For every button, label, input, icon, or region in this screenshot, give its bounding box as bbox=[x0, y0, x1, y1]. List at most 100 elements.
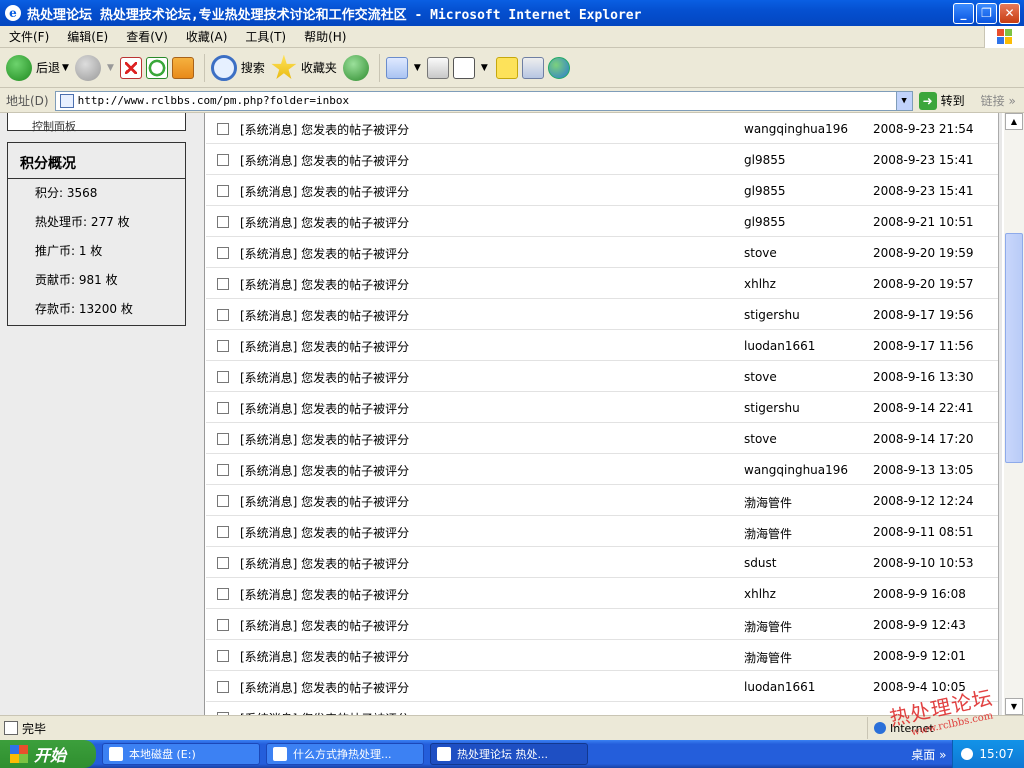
message-sender[interactable]: gl9855 bbox=[744, 215, 786, 229]
minimize-button[interactable]: _ bbox=[953, 2, 974, 24]
task-browser-1[interactable]: 什么方式挣热处理... bbox=[266, 743, 424, 765]
menu-edit[interactable]: 编辑(E) bbox=[58, 28, 117, 45]
message-row[interactable]: [系统消息] 您发表的帖子被评分 渤海管件 2008-9-11 08:51 bbox=[206, 516, 998, 547]
back-button[interactable]: 后退 ▼ bbox=[6, 54, 69, 81]
message-row[interactable]: [系统消息] 您发表的帖子被评分 stove 2008-9-20 19:59 bbox=[206, 237, 998, 268]
forward-dropdown-icon[interactable]: ▼ bbox=[107, 63, 114, 73]
message-checkbox[interactable] bbox=[217, 402, 229, 414]
message-sender[interactable]: luodan1661 bbox=[744, 680, 815, 694]
scroll-thumb[interactable] bbox=[1005, 233, 1023, 463]
message-subject[interactable]: [系统消息] 您发表的帖子被评分 bbox=[240, 493, 409, 510]
message-row[interactable]: [系统消息] 您发表的帖子被评分 stove 2008-9-14 17:20 bbox=[206, 423, 998, 454]
messenger-icon[interactable] bbox=[547, 56, 570, 79]
close-button[interactable]: ✕ bbox=[999, 2, 1020, 24]
desktop-toolbar[interactable]: 桌面 » bbox=[911, 746, 946, 763]
message-checkbox[interactable] bbox=[217, 681, 229, 693]
stop-icon[interactable] bbox=[119, 56, 142, 79]
tray-icon[interactable] bbox=[961, 748, 974, 760]
message-subject[interactable]: [系统消息] 您发表的帖子被评分 bbox=[240, 369, 409, 386]
message-checkbox[interactable] bbox=[217, 185, 229, 197]
message-row[interactable]: [系统消息] 您发表的帖子被评分 stigershu 2008-9-17 19:56 bbox=[206, 299, 998, 330]
message-checkbox[interactable] bbox=[217, 216, 229, 228]
message-sender[interactable]: 渤海管件 bbox=[744, 525, 792, 542]
message-subject[interactable]: [系统消息] 您发表的帖子被评分 bbox=[240, 555, 409, 572]
scroll-up-icon[interactable]: ▲ bbox=[1005, 113, 1023, 130]
message-subject[interactable]: [系统消息] 您发表的帖子被评分 bbox=[240, 586, 409, 603]
go-button[interactable]: ➜ 转到 bbox=[918, 91, 965, 110]
message-subject[interactable]: [系统消息] 您发表的帖子被评分 bbox=[240, 152, 409, 169]
message-checkbox[interactable] bbox=[217, 278, 229, 290]
back-dropdown-icon[interactable]: ▼ bbox=[62, 63, 69, 73]
edit-icon[interactable] bbox=[452, 56, 475, 79]
message-row[interactable]: [系统消息] 您发表的帖子被评分 sdust 2008-9-10 10:53 bbox=[206, 547, 998, 578]
message-subject[interactable]: [系统消息] 您发表的帖子被评分 bbox=[240, 183, 409, 200]
message-row[interactable]: [系统消息] 您发表的帖子被评分 stigershu 2008-9-14 22:41 bbox=[206, 392, 998, 423]
menu-favorites[interactable]: 收藏(A) bbox=[177, 28, 237, 45]
message-row[interactable]: [系统消息] 您发表的帖子被评分 gl9855 2008-9-23 15:41 bbox=[206, 175, 998, 206]
menu-help[interactable]: 帮助(H) bbox=[295, 28, 355, 45]
message-row[interactable]: [系统消息] 您发表的帖子被评分 gl9855 2008-9-23 15:41 bbox=[206, 144, 998, 175]
print-icon[interactable] bbox=[426, 56, 449, 79]
message-checkbox[interactable] bbox=[217, 340, 229, 352]
message-row[interactable]: [系统消息] 您发表的帖子被评分 luodan1661 2008-9-17 11:5… bbox=[206, 330, 998, 361]
mail-dropdown-icon[interactable]: ▼ bbox=[414, 63, 421, 73]
message-sender[interactable]: stove bbox=[744, 432, 777, 446]
message-subject[interactable]: [系统消息] 您发表的帖子被评分 bbox=[240, 617, 409, 634]
refresh-icon[interactable] bbox=[145, 56, 168, 79]
message-checkbox[interactable] bbox=[217, 557, 229, 569]
message-row[interactable]: [系统消息] 您发表的帖子被评分 xhlhz 2008-9-9 16:08 bbox=[206, 578, 998, 609]
message-sender[interactable]: gl9855 bbox=[744, 184, 786, 198]
message-checkbox[interactable] bbox=[217, 433, 229, 445]
message-row[interactable]: [系统消息] 您发表的帖子被评分 渤海管件 2008-9-12 12:24 bbox=[206, 485, 998, 516]
research-icon[interactable] bbox=[521, 56, 544, 79]
message-sender[interactable]: stigershu bbox=[744, 308, 800, 322]
address-dropdown-icon[interactable]: ▼ bbox=[895, 91, 912, 110]
title-bar[interactable]: e 热处理论坛 热处理技术论坛,专业热处理技术讨论和工作交流社区 - Micro… bbox=[0, 0, 1024, 26]
message-sender[interactable]: xhlhz bbox=[744, 277, 776, 291]
message-subject[interactable]: [系统消息] 您发表的帖子被评分 bbox=[240, 679, 409, 696]
forward-button[interactable]: ▼ bbox=[74, 54, 114, 81]
message-row[interactable]: [系统消息] 您发表的帖子被评分 渤海管件 2008-9-9 12:01 bbox=[206, 640, 998, 671]
message-subject[interactable]: [系统消息] 您发表的帖子被评分 bbox=[240, 462, 409, 479]
message-sender[interactable]: stigershu bbox=[744, 401, 800, 415]
message-row[interactable]: [系统消息] 您发表的帖子被评分 bbox=[206, 702, 998, 715]
message-row[interactable]: [系统消息] 您发表的帖子被评分 gl9855 2008-9-21 10:51 bbox=[206, 206, 998, 237]
message-sender[interactable]: stove bbox=[744, 246, 777, 260]
message-checkbox[interactable] bbox=[217, 309, 229, 321]
message-subject[interactable]: [系统消息] 您发表的帖子被评分 bbox=[240, 400, 409, 417]
message-sender[interactable]: sdust bbox=[744, 556, 776, 570]
message-checkbox[interactable] bbox=[217, 123, 229, 135]
address-input[interactable]: http://www.rclbbs.com/pm.php?folder=inbo… bbox=[54, 90, 913, 111]
message-checkbox[interactable] bbox=[217, 619, 229, 631]
message-subject[interactable]: [系统消息] 您发表的帖子被评分 bbox=[240, 431, 409, 448]
restore-button[interactable]: ❐ bbox=[976, 2, 997, 24]
search-button[interactable]: 搜索 bbox=[210, 54, 265, 81]
message-row[interactable]: [系统消息] 您发表的帖子被评分 wangqinghua196 2008-9-13 … bbox=[206, 454, 998, 485]
control-panel-link[interactable]: 控制面板 bbox=[32, 120, 76, 133]
message-sender[interactable]: wangqinghua196 bbox=[744, 463, 848, 477]
menu-file[interactable]: 文件(F) bbox=[0, 28, 58, 45]
message-row[interactable]: [系统消息] 您发表的帖子被评分 stove 2008-9-16 13:30 bbox=[206, 361, 998, 392]
menu-tools[interactable]: 工具(T) bbox=[236, 28, 295, 45]
start-button[interactable]: 开始 bbox=[0, 740, 96, 768]
message-row[interactable]: [系统消息] 您发表的帖子被评分 渤海管件 2008-9-9 12:43 bbox=[206, 609, 998, 640]
message-checkbox[interactable] bbox=[217, 371, 229, 383]
message-sender[interactable]: 渤海管件 bbox=[744, 494, 792, 511]
message-subject[interactable]: [系统消息] 您发表的帖子被评分 bbox=[240, 245, 409, 262]
message-sender[interactable]: wangqinghua196 bbox=[744, 122, 848, 136]
favorites-button[interactable]: 收藏夹 bbox=[271, 54, 337, 81]
message-sender[interactable]: luodan1661 bbox=[744, 339, 815, 353]
vertical-scrollbar[interactable]: ▲ ▼ bbox=[1004, 113, 1024, 715]
message-sender[interactable]: 渤海管件 bbox=[744, 618, 792, 635]
message-sender[interactable]: xhlhz bbox=[744, 587, 776, 601]
message-checkbox[interactable] bbox=[217, 495, 229, 507]
message-checkbox[interactable] bbox=[217, 464, 229, 476]
message-checkbox[interactable] bbox=[217, 588, 229, 600]
message-subject[interactable]: [系统消息] 您发表的帖子被评分 bbox=[240, 214, 409, 231]
home-icon[interactable] bbox=[171, 56, 194, 79]
history-icon[interactable] bbox=[342, 54, 369, 81]
message-sender[interactable]: 渤海管件 bbox=[744, 649, 792, 666]
message-checkbox[interactable] bbox=[217, 154, 229, 166]
message-checkbox[interactable] bbox=[217, 650, 229, 662]
message-row[interactable]: [系统消息] 您发表的帖子被评分 wangqinghua196 2008-9-23 … bbox=[206, 113, 998, 144]
